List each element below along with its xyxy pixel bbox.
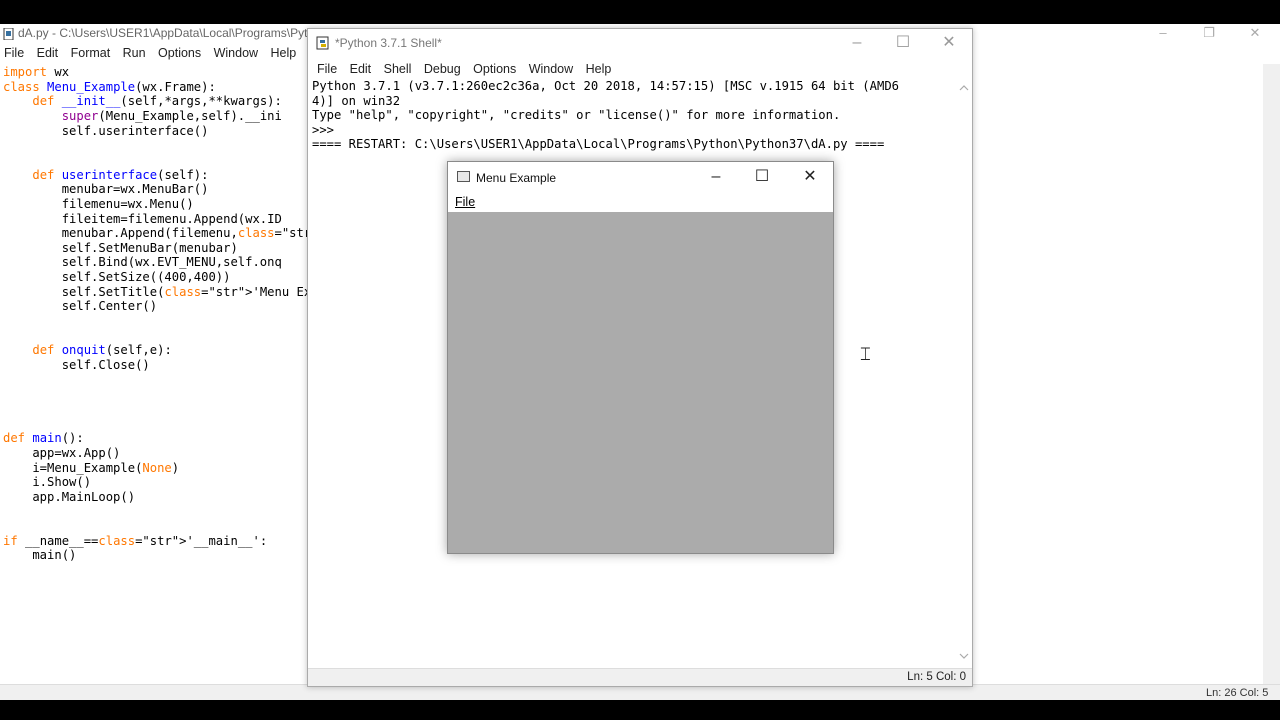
shell-menu-help[interactable]: Help [582,62,616,76]
code-line: import wx [3,65,70,79]
code-line: self.userinterface() [3,123,209,138]
code-line: def onquit(self,e): [32,343,172,358]
minimize-icon[interactable]: – [693,165,739,185]
code-line: app.MainLoop() [3,489,136,504]
minimize-icon[interactable]: – [1140,24,1186,43]
code-line: super(Menu_Example,self).__ini [61,108,282,123]
editor-menubar: File Edit Format Run Options Window Help [0,44,300,64]
shell-statusbar: Ln: 5 Col: 0 [308,668,972,686]
maximize-icon[interactable]: ☐ [739,165,785,185]
code-line: fileitem=filemenu.Append(wx.ID [3,211,282,226]
menu-example-window: Menu Example – ☐ ✕ File [447,161,834,554]
editor-menu-window[interactable]: Window [210,44,262,60]
shell-menu-options[interactable]: Options [469,62,520,76]
editor-scrollbar[interactable] [1263,64,1280,684]
code-line: self.SetTitle(class="str">'Menu Example'… [3,284,308,299]
close-icon[interactable]: ✕ [1232,24,1278,43]
shell-output-line: Type "help", "copyright", "credits" or "… [312,108,841,123]
taskbar-edge [0,700,1280,720]
code-line: self.Bind(wx.EVT_MENU,self.onq [3,255,282,270]
code-line: app=wx.App() [3,445,121,460]
restore-icon[interactable]: ❐ [1186,24,1232,43]
code-line: filemenu=wx.Menu() [3,196,194,211]
window-icon [457,171,470,182]
close-icon[interactable]: ✕ [926,33,972,52]
code-line: if __name__==class="str">'__main__': [3,533,268,548]
editor-menu-format[interactable]: Format [67,44,115,60]
editor-menu-run[interactable]: Run [119,44,150,60]
editor-menu-file[interactable]: File [0,44,28,60]
python-shell-icon [316,36,330,50]
code-line: main() [3,548,77,563]
code-line: self.Center() [3,299,158,314]
shell-titlebar[interactable]: *Python 3.7.1 Shell* – ☐ ✕ [308,29,972,57]
frame-menubar: File [448,192,833,212]
shell-output-line: ==== RESTART: C:\Users\USER1\AppData\Loc… [312,137,885,152]
shell-menubar: File Edit Shell Debug Options Window Hel… [313,60,615,78]
frame-menu-file[interactable]: File [448,192,482,212]
code-line: self.SetSize((400,400)) [3,270,231,285]
frame-client-area [448,212,833,553]
shell-title: *Python 3.7.1 Shell* [335,36,442,50]
text-cursor-icon: ⌶ [860,344,871,365]
code-line: i=Menu_Example(None) [3,460,180,475]
maximize-icon[interactable]: ☐ [880,33,926,52]
editor-cursor-position: Ln: 26 Col: 5 [1206,687,1269,699]
frame-titlebar[interactable]: Menu Example – ☐ ✕ [448,162,833,192]
shell-prompt: >>> [312,122,342,137]
editor-menu-edit[interactable]: Edit [33,44,63,60]
scroll-arrows-icon [959,85,969,659]
shell-cursor-position: Ln: 5 Col: 0 [907,671,966,683]
code-line: i.Show() [3,475,92,490]
code-line: self.Close() [3,358,150,372]
code-line: def main(): [3,431,84,446]
code-line: def __init__(self,*args,**kwargs): [32,94,282,109]
shell-output-line: 4)] on win32 [312,93,401,108]
shell-menu-shell[interactable]: Shell [380,62,416,76]
code-line: menubar=wx.MenuBar() [3,182,209,197]
shell-menu-edit[interactable]: Edit [346,62,376,76]
shell-menu-window[interactable]: Window [525,62,577,76]
python-file-icon [3,27,15,41]
shell-menu-debug[interactable]: Debug [420,62,465,76]
shell-output-line: Python 3.7.1 (v3.7.1:260ec2c36a, Oct 20 … [312,79,899,93]
editor-title: dA.py - C:\Users\USER1\AppData\Local\Pro… [18,26,308,40]
editor-menu-options[interactable]: Options [154,44,205,60]
code-line: def userinterface(self): [32,167,209,182]
frame-title: Menu Example [476,171,557,185]
code-line: self.SetMenuBar(menubar) [3,240,238,255]
shell-menu-file[interactable]: File [313,62,341,76]
code-line: class Menu_Example(wx.Frame): [3,79,216,94]
close-icon[interactable]: ✕ [787,165,833,185]
editor-menu-help[interactable]: Help [267,44,301,60]
shell-scrollbar[interactable] [956,78,972,666]
code-editor[interactable]: import wx class Menu_Example(wx.Frame): d… [3,65,308,625]
minimize-icon[interactable]: – [834,33,880,52]
code-line: menubar.Append(filemenu,class="str">'&Fi… [3,226,308,241]
